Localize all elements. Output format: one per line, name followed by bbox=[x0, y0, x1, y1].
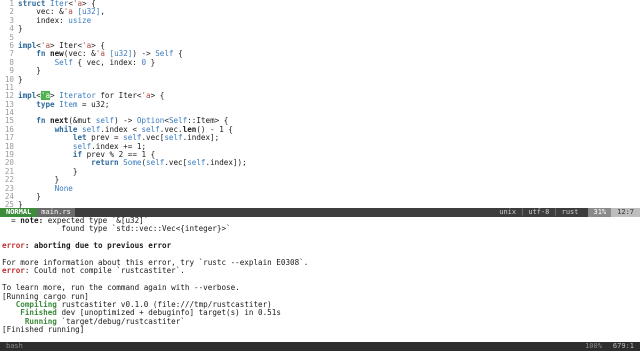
code-token: None bbox=[54, 183, 73, 193]
code-line[interactable]: 9 } bbox=[0, 66, 640, 75]
code-text: } bbox=[18, 176, 640, 184]
terminal-token: error bbox=[2, 241, 25, 251]
mode-indicator: NORMAL bbox=[0, 208, 38, 217]
code-token: > { bbox=[150, 91, 165, 101]
code-line[interactable]: 2 vec: &'a [u32], bbox=[0, 7, 640, 16]
code-text: None bbox=[18, 183, 640, 193]
code-line[interactable]: 4} bbox=[0, 24, 640, 34]
code-line[interactable]: 10} bbox=[0, 74, 640, 84]
code-token: Self bbox=[54, 57, 73, 67]
terminal-token: : Could not compile `rustcastiter`. bbox=[24, 266, 185, 276]
code-line[interactable]: 25} bbox=[0, 200, 640, 208]
terminal-line: error: Could not compile `rustcastiter`. bbox=[2, 267, 640, 275]
filename-label: main.rs bbox=[37, 208, 75, 217]
tmux-position: 679:1 bbox=[612, 342, 634, 351]
tmux-scroll-percent: 100% bbox=[585, 342, 602, 351]
terminal-pane[interactable]: = note: expected type `&[u32]` found typ… bbox=[0, 217, 640, 342]
terminal-line: Running `target/debug/rustcastiter` bbox=[2, 317, 640, 326]
terminal-token: [Finished running] bbox=[2, 325, 85, 335]
code-token: { vec, index: bbox=[72, 57, 142, 67]
code-token: } bbox=[18, 74, 23, 84]
code-token: , bbox=[100, 7, 105, 17]
code-line[interactable]: 8 Self { vec, index: 0 } bbox=[0, 57, 640, 67]
code-token: Some bbox=[123, 158, 142, 168]
code-token: index: bbox=[18, 15, 69, 25]
file-encoding: utf-8 bbox=[528, 208, 550, 217]
code-token: = u32; bbox=[77, 99, 110, 109]
terminal-line: [Finished running] bbox=[2, 325, 640, 335]
code-line[interactable]: 22 } bbox=[0, 175, 640, 184]
code-token: self bbox=[164, 133, 183, 143]
code-line[interactable]: 13 type Item = u32; bbox=[0, 99, 640, 109]
code-token: type bbox=[36, 99, 55, 109]
code-text: index: usize bbox=[18, 15, 640, 25]
code-token: usize bbox=[68, 15, 92, 25]
terminal-token: found type `std::vec::Vec<{integer}>` bbox=[2, 224, 231, 234]
code-line[interactable]: 23 None bbox=[0, 183, 640, 193]
code-text: } bbox=[18, 66, 640, 75]
terminal-token: error bbox=[2, 266, 25, 276]
code-text: return Some(self.vec[self.index]); bbox=[18, 159, 640, 167]
code-token: { bbox=[173, 49, 183, 59]
code-token: return bbox=[91, 158, 119, 168]
scroll-percent: 31% bbox=[588, 208, 612, 217]
code-token: .vec[ bbox=[164, 158, 188, 168]
code-token: .index]); bbox=[205, 158, 247, 168]
vim-statusline: NORMAL main.rs unix | utf-8 | rust 31% 1… bbox=[0, 208, 640, 217]
terminal-token: : aborting due to previous error bbox=[24, 241, 172, 251]
terminal-line: error: aborting due to previous error bbox=[2, 241, 640, 251]
code-token: } bbox=[146, 57, 156, 67]
line-number: 25 bbox=[4, 200, 14, 208]
code-token: } bbox=[18, 200, 23, 208]
code-text: vec: &'a [u32], bbox=[18, 8, 640, 16]
code-text: } bbox=[18, 192, 640, 201]
code-text: } bbox=[18, 74, 640, 84]
code-text: type Item = u32; bbox=[18, 99, 640, 109]
code-line[interactable]: 24 } bbox=[0, 192, 640, 201]
code-line[interactable]: 3 index: usize bbox=[0, 15, 640, 25]
code-token: Self bbox=[155, 49, 174, 59]
code-line[interactable]: 20 return Some(self.vec[self.index]); bbox=[0, 159, 640, 168]
code-token: } bbox=[18, 24, 23, 34]
code-token: Item bbox=[59, 99, 78, 109]
code-token: 'a bbox=[141, 91, 151, 101]
cursor-position: 12:7 bbox=[611, 208, 640, 217]
code-text: } bbox=[18, 167, 640, 176]
code-text: struct Iter<'a> { bbox=[18, 0, 640, 8]
code-line[interactable]: 21 } bbox=[0, 167, 640, 176]
terminal-line: To learn more, run the command again wit… bbox=[2, 283, 640, 292]
tmux-statusbar: bash 100% 679:1 bbox=[0, 342, 640, 351]
terminal-line: found type `std::vec::Vec<{integer}>` bbox=[2, 225, 640, 233]
code-token: self bbox=[146, 158, 165, 168]
code-token: self bbox=[187, 158, 206, 168]
window-name[interactable]: bash bbox=[0, 342, 29, 350]
code-text: } bbox=[18, 24, 640, 34]
editor-pane[interactable]: 1 struct Iter<'a> {2 vec: &'a [u32], 3 ind… bbox=[0, 0, 640, 208]
code-text: Self { vec, index: 0 } bbox=[18, 57, 640, 67]
code-text: } bbox=[18, 201, 640, 208]
code-text: impl<'a> Iterator for Iter<'a> { bbox=[18, 91, 640, 101]
file-format: unix bbox=[499, 208, 517, 217]
code-token: .index]; bbox=[182, 133, 220, 143]
file-type: rust bbox=[561, 208, 579, 217]
